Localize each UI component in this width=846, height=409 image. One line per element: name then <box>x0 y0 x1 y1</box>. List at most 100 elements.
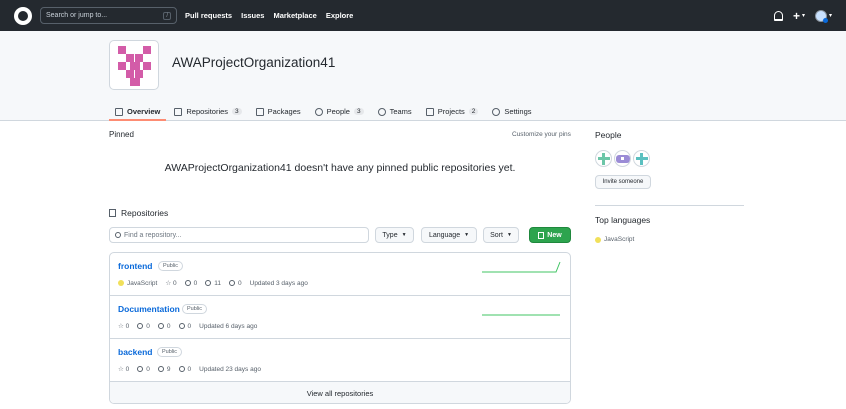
repo-stars[interactable]: ☆ 0 <box>165 279 176 288</box>
repo-pull-requests[interactable]: 0 <box>229 280 242 287</box>
global-header: Search or jump to... / Pull requests Iss… <box>0 0 846 31</box>
tab-projects[interactable]: Projects 2 <box>420 102 485 121</box>
language-filter-button[interactable]: Language ▼ <box>421 227 477 243</box>
org-tabs: Overview Repositories 3 Packages People … <box>109 102 540 121</box>
pinned-heading: Pinned <box>109 130 134 139</box>
repo-icon <box>538 231 545 239</box>
tab-teams[interactable]: Teams <box>372 102 418 121</box>
pull-request-icon <box>178 323 185 329</box>
language-name: JavaScript <box>604 236 635 243</box>
repo-meta: ☆ 0 0 0 0 Updated 6 days ago <box>118 322 265 331</box>
list-item: Documentation Public ☆ 0 0 0 0 Updated 6… <box>110 296 570 339</box>
sort-button[interactable]: Sort ▼ <box>483 227 519 243</box>
search-icon <box>115 232 121 238</box>
customize-pins-link[interactable]: Customize your pins <box>512 131 571 138</box>
new-label: New <box>547 231 562 239</box>
repo-stars[interactable]: ☆ 0 <box>118 365 129 374</box>
nav-explore[interactable]: Explore <box>326 11 354 20</box>
github-logo-icon[interactable] <box>14 6 32 25</box>
list-item: frontend Public JavaScript ☆ 0 0 11 0 Up… <box>110 253 570 296</box>
repo-updated: Updated 23 days ago <box>199 365 261 373</box>
chevron-down-icon: ▼ <box>464 232 470 238</box>
visibility-badge: Public <box>157 347 182 357</box>
language-item[interactable]: JavaScript <box>595 236 634 243</box>
pull-request-icon <box>229 280 235 286</box>
type-filter-button[interactable]: Type ▼ <box>375 227 414 243</box>
tab-packages[interactable]: Packages <box>250 102 307 121</box>
tab-settings[interactable]: Settings <box>486 102 537 121</box>
chevron-down-icon[interactable]: ▾ <box>829 12 832 19</box>
find-repository-input[interactable]: Find a repository... <box>109 227 369 243</box>
repo-forks[interactable]: 0 <box>137 323 150 330</box>
chevron-down-icon: ▼ <box>401 232 407 238</box>
people-avatars <box>595 150 650 167</box>
org-header: AWAProjectOrganization41 Overview Reposi… <box>0 31 846 121</box>
pinned-empty-message: AWAProjectOrganization41 doesn't have an… <box>164 162 516 174</box>
search-placeholder: Search or jump to... <box>46 12 108 19</box>
tab-label: Teams <box>389 107 412 116</box>
visibility-badge: Public <box>182 304 207 314</box>
sidebar-divider <box>595 205 744 206</box>
tab-counter: 3 <box>232 108 242 115</box>
search-shortcut-key: / <box>163 11 171 20</box>
repo-name-link[interactable]: Documentation <box>118 304 180 314</box>
header-nav: Pull requests Issues Marketplace Explore <box>185 11 362 20</box>
invite-someone-button[interactable]: Invite someone <box>595 175 651 189</box>
repository-list: frontend Public JavaScript ☆ 0 0 11 0 Up… <box>109 252 571 404</box>
visibility-badge: Public <box>158 261 183 271</box>
repo-forks[interactable]: 0 <box>184 280 197 287</box>
tab-label: Overview <box>127 107 161 116</box>
view-all-repositories-link[interactable]: View all repositories <box>110 382 570 403</box>
language-color-dot <box>118 280 124 286</box>
nav-marketplace[interactable]: Marketplace <box>273 11 316 20</box>
search-input[interactable]: Search or jump to... / <box>40 7 177 24</box>
home-icon <box>115 107 123 116</box>
tab-overview[interactable]: Overview <box>109 102 167 121</box>
type-label: Type <box>382 231 398 239</box>
fork-icon <box>184 280 191 286</box>
repo-updated: Updated 3 days ago <box>249 279 308 287</box>
org-name: AWAProjectOrganization41 <box>172 55 336 70</box>
issue-icon <box>157 323 164 329</box>
language-color-dot <box>595 236 601 243</box>
repositories-title: Repositories <box>121 208 169 218</box>
chevron-down-icon[interactable]: ▾ <box>802 12 805 19</box>
repo-updated: Updated 6 days ago <box>199 322 258 330</box>
repo-stars[interactable]: ☆ 0 <box>118 322 129 331</box>
repo-icon <box>109 209 116 217</box>
repo-forks[interactable]: 0 <box>137 366 150 373</box>
package-icon <box>255 107 264 116</box>
fork-icon <box>137 323 144 329</box>
org-avatar <box>109 40 159 90</box>
repo-name-link[interactable]: frontend <box>118 261 152 271</box>
repo-pull-requests[interactable]: 0 <box>178 366 191 373</box>
fork-icon <box>137 366 144 372</box>
new-repository-button[interactable]: New <box>529 227 571 243</box>
list-item: backend Public ☆ 0 0 9 0 Updated 23 days… <box>110 339 570 382</box>
nav-pull-requests[interactable]: Pull requests <box>185 11 232 20</box>
tab-label: Repositories <box>186 107 229 116</box>
repo-issues[interactable]: 0 <box>157 323 171 330</box>
avatar[interactable] <box>633 150 650 167</box>
nav-issues[interactable]: Issues <box>241 11 264 20</box>
repo-issues[interactable]: 11 <box>205 280 221 287</box>
gear-icon <box>492 107 501 116</box>
people-icon <box>377 107 386 116</box>
tab-label: People <box>326 107 350 116</box>
tab-label: Packages <box>267 107 301 116</box>
repo-issues[interactable]: 9 <box>157 366 171 373</box>
repo-pull-requests[interactable]: 0 <box>178 323 191 330</box>
tab-counter: 3 <box>353 108 364 115</box>
find-placeholder: Find a repository... <box>124 231 182 239</box>
repo-name-link[interactable]: backend <box>118 347 153 357</box>
user-avatar[interactable] <box>814 9 828 23</box>
avatar[interactable] <box>614 150 631 167</box>
tab-repositories[interactable]: Repositories 3 <box>168 102 247 121</box>
avatar[interactable] <box>595 150 612 167</box>
plus-icon[interactable]: + <box>793 10 800 22</box>
tab-people[interactable]: People 3 <box>309 102 370 121</box>
bell-icon[interactable] <box>773 10 783 21</box>
pull-request-icon <box>178 366 185 372</box>
sort-label: Sort <box>490 231 503 239</box>
chevron-down-icon: ▼ <box>506 232 512 238</box>
